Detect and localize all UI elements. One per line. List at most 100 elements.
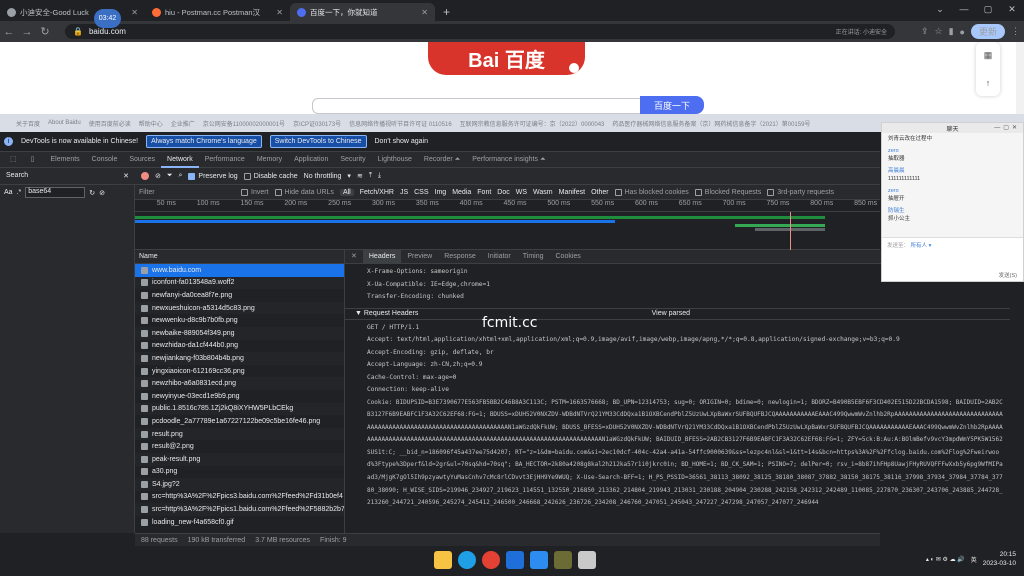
filter-type-css[interactable]: CSS: [414, 189, 428, 196]
footer-link[interactable]: 京ICP证030173号: [293, 119, 341, 128]
export-har-icon[interactable]: ⤓: [378, 172, 381, 180]
footer-link[interactable]: 使用百度前必读: [89, 119, 131, 128]
request-row[interactable]: newxueshuicon-a5314d5c83.png: [135, 301, 344, 315]
invert-checkbox[interactable]: Invert: [241, 188, 269, 196]
request-row[interactable]: pcdoodle_2a77789e1a67227122be09c5be16fe4…: [135, 415, 344, 428]
footer-link[interactable]: 帮助中心: [139, 119, 163, 128]
chat-input[interactable]: 发送至： 所有人 ▾ 发送(S): [882, 237, 1023, 281]
chrome-icon[interactable]: [482, 551, 500, 569]
back-to-top-icon[interactable]: ↑: [986, 78, 991, 88]
tab-recorder[interactable]: Recorder ⏶: [418, 152, 466, 168]
filter-type-other[interactable]: Other: [591, 189, 609, 196]
profile-avatar-icon[interactable]: ●: [960, 27, 965, 37]
tab-response[interactable]: Response: [438, 250, 482, 264]
tab-timing[interactable]: Timing: [517, 250, 550, 264]
filter-type-img[interactable]: Img: [435, 189, 447, 196]
device-toolbar-icon[interactable]: ▯: [25, 152, 41, 168]
footer-link[interactable]: 关于百度: [16, 119, 40, 128]
third-party-checkbox[interactable]: 3rd-party requests: [767, 188, 834, 196]
tab-search-icon[interactable]: ⌄: [928, 0, 952, 20]
tab-initiator[interactable]: Initiator: [482, 250, 517, 264]
address-bar[interactable]: 🔒 baidu.com 正在讲话: 小迪安全: [65, 24, 895, 39]
tab-preview[interactable]: Preview: [401, 250, 438, 264]
browser-tab-active[interactable]: 百度一下，你就知道 ✕: [290, 3, 435, 21]
import-har-icon[interactable]: ⤒: [369, 172, 372, 180]
inspect-element-icon[interactable]: ⬚: [4, 152, 23, 168]
tab-lighthouse[interactable]: Lighthouse: [372, 152, 418, 168]
filter-type-font[interactable]: Font: [477, 189, 491, 196]
tab-security[interactable]: Security: [334, 152, 371, 168]
hide-data-urls-checkbox[interactable]: Hide data URLs: [274, 188, 334, 196]
filter-type-all[interactable]: All: [339, 188, 354, 196]
filter-type-js[interactable]: JS: [400, 189, 408, 196]
tray-icons[interactable]: ▴ ◐ ✉ ⚙ ☁ 🔊: [926, 556, 965, 563]
close-tab-icon[interactable]: ✕: [276, 8, 283, 17]
app-icon[interactable]: [506, 551, 524, 569]
close-window-button[interactable]: ✕: [1000, 0, 1024, 20]
request-row[interactable]: newjiankang-f03b804b4b.png: [135, 352, 344, 365]
app-icon[interactable]: [554, 551, 572, 569]
filter-type-wasm[interactable]: Wasm: [533, 189, 553, 196]
tab-memory[interactable]: Memory: [251, 152, 288, 168]
search-query-input[interactable]: base64: [25, 187, 86, 198]
tab-console[interactable]: Console: [86, 152, 124, 168]
clear-search-icon[interactable]: ⊘: [99, 189, 105, 197]
switch-chinese-button[interactable]: Switch DevTools to Chinese: [269, 135, 367, 148]
forward-icon[interactable]: →: [18, 26, 36, 38]
back-icon[interactable]: ←: [0, 26, 18, 38]
browser-tab[interactable]: hiu - Postman.cc Postman汉 ✕: [145, 3, 290, 21]
filter-type-manifest[interactable]: Manifest: [559, 189, 585, 196]
new-tab-button[interactable]: +: [435, 3, 458, 21]
request-headers-section[interactable]: ▼ Request Headers View parsed: [345, 307, 1010, 320]
bookmark-star-icon[interactable]: ☆: [935, 26, 943, 37]
tab-elements[interactable]: Elements: [44, 152, 85, 168]
filter-type-ws[interactable]: WS: [516, 189, 527, 196]
match-case-toggle[interactable]: Aa: [4, 189, 13, 196]
search-input[interactable]: [312, 98, 642, 114]
footer-link[interactable]: 互联网宗教信息服务许可证编号：京（2022）0000043: [460, 119, 605, 128]
request-row[interactable]: a30.png: [135, 466, 344, 479]
edge-icon[interactable]: [458, 551, 476, 569]
footer-link[interactable]: 药品医疗器械网络信息服务备案（京）网药械信息备字（2021）第00159号: [612, 119, 810, 128]
tab-network[interactable]: Network: [161, 152, 199, 168]
tab-application[interactable]: Application: [288, 152, 334, 168]
app-icon[interactable]: [578, 551, 596, 569]
close-tab-icon[interactable]: ✕: [421, 8, 428, 17]
app-icon[interactable]: [530, 551, 548, 569]
update-button[interactable]: 更新: [970, 24, 1005, 39]
filter-type-doc[interactable]: Doc: [497, 189, 509, 196]
request-row[interactable]: peak-result.png: [135, 452, 344, 466]
preserve-log-checkbox[interactable]: Preserve log: [188, 172, 238, 180]
clear-icon[interactable]: ⊘: [155, 172, 161, 180]
send-to-select[interactable]: 所有人 ▾: [911, 243, 932, 249]
network-overview-timeline[interactable]: 50 ms 100 ms 150 ms 200 ms 250 ms 300 ms 350 m…: [135, 200, 880, 250]
name-column-header[interactable]: Name: [135, 250, 344, 264]
tab-performance-insights[interactable]: Performance insights ⏶: [466, 152, 551, 168]
request-row[interactable]: www.baidu.com: [135, 264, 344, 277]
maximize-button[interactable]: ▢: [976, 0, 1000, 20]
footer-link[interactable]: About Baidu: [48, 120, 81, 126]
request-row[interactable]: newfanyi-da0cea8f7e.png: [135, 289, 344, 302]
footer-link[interactable]: 信息网络传播视听节目许可证 0110516: [349, 119, 452, 128]
filter-input[interactable]: Filter: [135, 189, 235, 196]
request-row[interactable]: src=http%3A%2F%2Fpics3.baidu.com%2Ffeed%…: [135, 491, 344, 504]
request-row[interactable]: iconfont-fa013548a9.woff2: [135, 276, 344, 290]
request-row[interactable]: result.png: [135, 427, 344, 441]
file-explorer-icon[interactable]: [434, 551, 452, 569]
request-row[interactable]: yingxiaoicon-612169cc36.png: [135, 365, 344, 378]
tab-performance[interactable]: Performance: [199, 152, 251, 168]
regex-toggle[interactable]: .*: [17, 189, 22, 196]
close-tab-icon[interactable]: ✕: [131, 8, 138, 17]
menu-kebab-icon[interactable]: ⋮: [1011, 26, 1020, 37]
request-row[interactable]: newyinyue-03ecd1e9b9.png: [135, 390, 344, 403]
search-icon[interactable]: ⌕: [178, 172, 182, 180]
request-row[interactable]: public.1.8516c785.1Zj2kQ8iXYHW5PLbCEkg: [135, 402, 344, 416]
tab-headers[interactable]: Headers: [362, 249, 402, 264]
baidu-logo[interactable]: Bai 百度: [428, 42, 585, 75]
request-row[interactable]: src=http%3A%2F%2Fpics1.baidu.com%2Ffeed%…: [135, 503, 344, 516]
view-parsed-link[interactable]: View parsed: [652, 310, 690, 317]
tab-cookies[interactable]: Cookies: [550, 250, 587, 264]
close-search-icon[interactable]: ✕: [123, 172, 129, 180]
search-button[interactable]: 百度一下: [640, 96, 704, 114]
request-row[interactable]: newzhibo-a6a0831ecd.png: [135, 377, 344, 390]
